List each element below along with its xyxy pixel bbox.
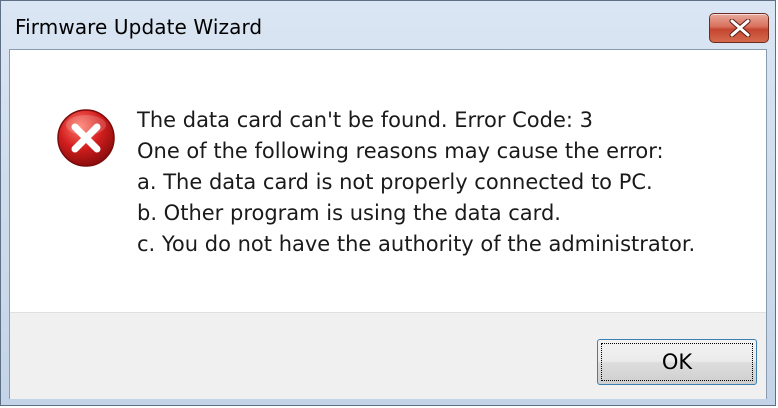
- close-icon: [729, 19, 751, 37]
- ok-button[interactable]: OK: [597, 339, 757, 385]
- message-area: The data card can't be found. Error Code…: [10, 50, 766, 312]
- title-bar[interactable]: Firmware Update Wizard: [1, 1, 775, 49]
- window-title: Firmware Update Wizard: [15, 15, 263, 39]
- close-button[interactable]: [709, 13, 769, 43]
- ok-button-label: OK: [661, 350, 693, 374]
- message-line-1: The data card can't be found. Error Code…: [137, 108, 594, 132]
- error-icon: [57, 109, 115, 167]
- message-line-5: c. You do not have the authority of the …: [137, 232, 696, 256]
- error-message: The data card can't be found. Error Code…: [137, 105, 695, 260]
- message-line-2: One of the following reasons may cause t…: [137, 139, 664, 163]
- dialog-body: The data card can't be found. Error Code…: [9, 49, 767, 399]
- message-line-4: b. Other program is using the data card.: [137, 201, 561, 225]
- dialog-window: Firmware Update Wizard The data card can…: [0, 0, 776, 406]
- message-line-3: a. The data card is not properly connect…: [137, 170, 653, 194]
- button-bar: OK: [10, 312, 766, 399]
